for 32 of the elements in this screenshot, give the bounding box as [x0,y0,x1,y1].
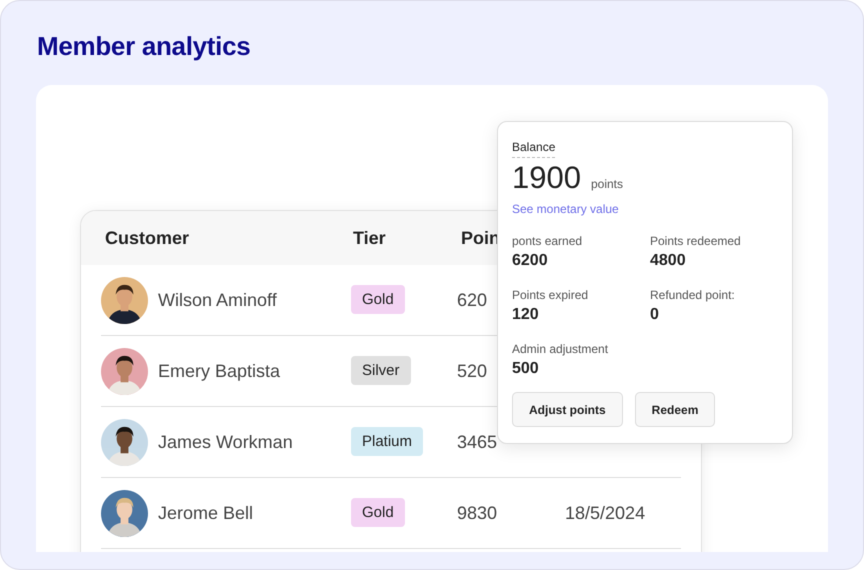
points-cell: 520 [457,360,488,380]
customer-name: Jerome Bell [158,502,254,524]
stat-value: 120 [512,306,540,324]
stat-value: 6200 [512,252,549,270]
column-header[interactable]: Tier [353,228,386,248]
customer-name: James Workman [158,432,293,452]
page-title: Member analytics [37,31,252,61]
points-cell: 620 [457,290,488,310]
stat-value: 500 [512,360,540,378]
points-cell: 9830 [457,502,498,522]
stat-label: Points redeemed [650,234,742,248]
tier-tag: Gold [351,498,405,527]
redeem-button[interactable]: Redeem [634,392,716,427]
customer-name: Emery Baptista [158,360,280,382]
monetary-value-link[interactable]: See monetary value [512,202,619,216]
balance-label: Balance [512,140,556,158]
tier-tag: Gold [351,285,405,314]
points-cell: 3465 [457,432,498,452]
balance-value: 1900 [512,160,581,196]
stat-label: Points expired [512,288,590,302]
customer-name: Wilson Aminoff [158,290,277,310]
stat-label: Admin adjustment [512,342,610,356]
stat-label: ponts earned [512,234,584,248]
adjust-points-button[interactable]: Adjust points [512,392,623,427]
stat-label: Refunded point: [650,288,736,302]
column-header[interactable]: Customer [105,228,190,248]
tier-tag: Silver [351,356,411,385]
stat-value: 4800 [650,252,687,270]
stat-value: 0 [650,306,660,324]
date-cell: 18/5/2024 [565,502,646,522]
tier-tag: Platium [351,427,424,456]
balance-unit: points [590,177,623,191]
